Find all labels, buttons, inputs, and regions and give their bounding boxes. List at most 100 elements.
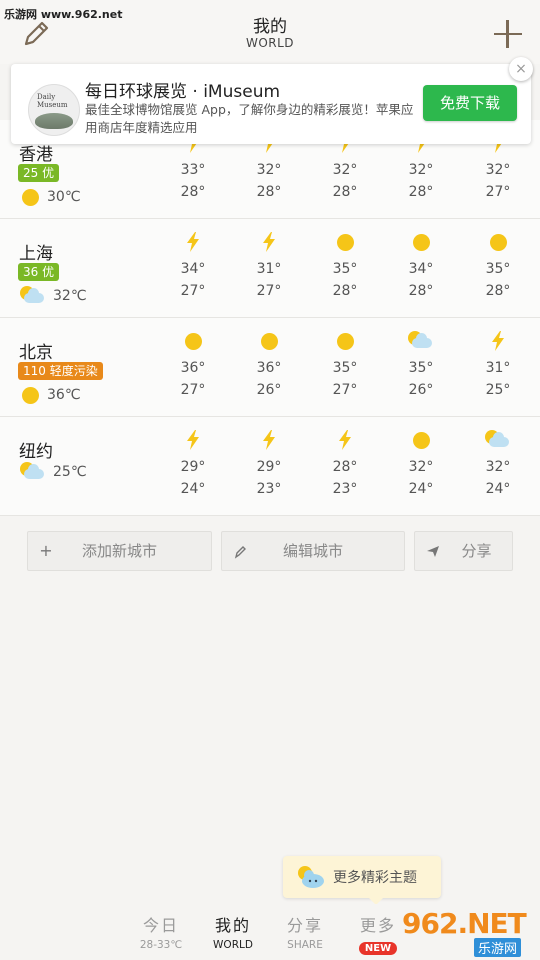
city-row[interactable]: 北京 110 轻度污染 36℃ 36° 27° 36° 26° 35° 27° 35° 26° 31°… bbox=[0, 318, 540, 417]
low-temp: 28° bbox=[256, 184, 282, 200]
tab-more[interactable]: 更多 NEW bbox=[348, 912, 408, 955]
forecast-day: 35° 28° bbox=[478, 231, 518, 302]
ad-banner[interactable]: Daily Museum 每日环球展览 · iMuseum 最佳全球博物馆展览 … bbox=[11, 57, 533, 144]
tab-mine-sub: WORLD bbox=[213, 939, 253, 951]
high-temp: 32° bbox=[485, 162, 511, 178]
partly-cloudy-icon bbox=[19, 285, 47, 307]
high-temp: 35° bbox=[332, 261, 358, 277]
high-temp: 28° bbox=[332, 459, 358, 475]
962-watermark-logo: 962.NET 乐游网 bbox=[402, 905, 538, 959]
tab-today[interactable]: 今日 28-33℃ bbox=[131, 912, 191, 951]
forecast-day: 34° 28° bbox=[401, 231, 441, 302]
current-temp: 30℃ bbox=[47, 189, 81, 205]
sun-icon bbox=[487, 231, 509, 253]
high-temp: 32° bbox=[332, 162, 358, 178]
aqi-badge: 25 优 bbox=[18, 164, 60, 182]
high-temp: 31° bbox=[485, 360, 511, 376]
forecast-day: 36° 26° bbox=[249, 330, 289, 401]
logo-text: Daily Museum bbox=[37, 93, 68, 109]
add-icon[interactable] bbox=[494, 20, 522, 48]
tab-share[interactable]: 分享 SHARE bbox=[275, 912, 335, 951]
more-themes-label: 更多精彩主题 bbox=[333, 870, 417, 886]
forecast-day: 35° 26° bbox=[401, 330, 441, 401]
sun-icon bbox=[19, 384, 41, 406]
high-temp: 34° bbox=[180, 261, 206, 277]
download-button[interactable]: 免费下载 bbox=[423, 85, 517, 121]
high-temp: 32° bbox=[256, 162, 282, 178]
city-list: 香港 25 优 30℃ 33° 28° 32° 28° 32° 28° 32° 28° 32° 27° 上… bbox=[0, 120, 540, 516]
send-icon bbox=[425, 532, 441, 570]
action-bar: + 添加新城市 编辑城市 分享 bbox=[0, 531, 540, 571]
high-temp: 34° bbox=[408, 261, 434, 277]
low-temp: 26° bbox=[256, 382, 282, 398]
high-temp: 36° bbox=[256, 360, 282, 376]
current-weather: 30℃ bbox=[19, 186, 81, 208]
high-temp: 35° bbox=[332, 360, 358, 376]
low-temp: 27° bbox=[180, 382, 206, 398]
city-row[interactable]: 纽约 25℃ 29° 24° 29° 23° 28° 23° 32° 24° 32° 24° bbox=[0, 417, 540, 516]
sun-icon bbox=[334, 330, 356, 352]
current-weather: 36℃ bbox=[19, 384, 81, 406]
tab-today-sub: 28-33℃ bbox=[139, 939, 183, 951]
962-logo-text: 962.NET bbox=[402, 907, 527, 940]
forecast-day: 34° 27° bbox=[173, 231, 213, 302]
close-icon[interactable]: × bbox=[509, 57, 533, 81]
logo-art bbox=[35, 113, 73, 129]
ad-title: 每日环球展览 · iMuseum bbox=[85, 82, 281, 102]
high-temp: 35° bbox=[485, 261, 511, 277]
forecast-day: 36° 27° bbox=[173, 330, 213, 401]
low-temp: 28° bbox=[332, 283, 358, 299]
low-temp: 23° bbox=[256, 481, 282, 497]
forecast-day: 31° 25° bbox=[478, 330, 518, 401]
forecast-day: 32° 24° bbox=[401, 429, 441, 500]
imuseum-logo: Daily Museum bbox=[28, 84, 80, 136]
lightning-icon bbox=[182, 231, 204, 253]
tab-mine-label: 我的 bbox=[214, 916, 251, 935]
high-temp: 32° bbox=[485, 459, 511, 475]
current-weather: 32℃ bbox=[19, 285, 87, 307]
tab-mine[interactable]: 我的 WORLD bbox=[203, 912, 263, 951]
share-button[interactable]: 分享 bbox=[414, 531, 513, 571]
high-temp: 35° bbox=[408, 360, 434, 376]
new-badge: NEW bbox=[358, 942, 398, 955]
forecast-day: 32° 24° bbox=[478, 429, 518, 500]
low-temp: 24° bbox=[485, 481, 511, 497]
high-temp: 32° bbox=[408, 162, 434, 178]
more-themes-tooltip[interactable]: 更多精彩主题 bbox=[283, 856, 441, 905]
page-subtitle: WORLD bbox=[245, 36, 295, 50]
ad-description: 最佳全球博物馆展览 App，了解你身边的精彩展览！苹果应用商店年度精选应用 bbox=[85, 102, 414, 135]
current-temp: 25℃ bbox=[53, 464, 87, 480]
tab-more-label: 更多 bbox=[359, 916, 396, 935]
high-temp: 32° bbox=[408, 459, 434, 475]
low-temp: 24° bbox=[180, 481, 206, 497]
add-city-button[interactable]: + 添加新城市 bbox=[27, 531, 212, 571]
low-temp: 27° bbox=[485, 184, 511, 200]
high-temp: 36° bbox=[180, 360, 206, 376]
forecast-day: 29° 24° bbox=[173, 429, 213, 500]
low-temp: 28° bbox=[485, 283, 511, 299]
sun-icon bbox=[258, 330, 280, 352]
partly-cloudy-icon bbox=[407, 330, 435, 352]
high-temp: 29° bbox=[180, 459, 206, 475]
city-row[interactable]: 上海 36 优 32℃ 34° 27° 31° 27° 35° 28° 34° 28° 35° 28° bbox=[0, 219, 540, 318]
forecast-day: 35° 28° bbox=[325, 231, 365, 302]
add-city-label: 添加新城市 bbox=[81, 542, 157, 560]
lightning-icon bbox=[487, 330, 509, 352]
lightning-icon bbox=[182, 429, 204, 451]
low-temp: 28° bbox=[332, 184, 358, 200]
current-weather: 25℃ bbox=[19, 461, 87, 483]
site-watermark: 乐游网 www.962.net bbox=[4, 8, 123, 21]
lightning-icon bbox=[258, 231, 280, 253]
low-temp: 24° bbox=[408, 481, 434, 497]
forecast-day: 31° 27° bbox=[249, 231, 289, 302]
low-temp: 25° bbox=[485, 382, 511, 398]
city-name: 上海 bbox=[19, 244, 53, 264]
962-logo-subtext: 乐游网 bbox=[474, 938, 522, 957]
low-temp: 27° bbox=[256, 283, 282, 299]
edit-city-label: 编辑城市 bbox=[282, 542, 343, 560]
aqi-badge: 110 轻度污染 bbox=[18, 362, 103, 380]
low-temp: 28° bbox=[408, 283, 434, 299]
current-temp: 36℃ bbox=[47, 387, 81, 403]
lightning-icon bbox=[334, 429, 356, 451]
edit-city-button[interactable]: 编辑城市 bbox=[221, 531, 405, 571]
